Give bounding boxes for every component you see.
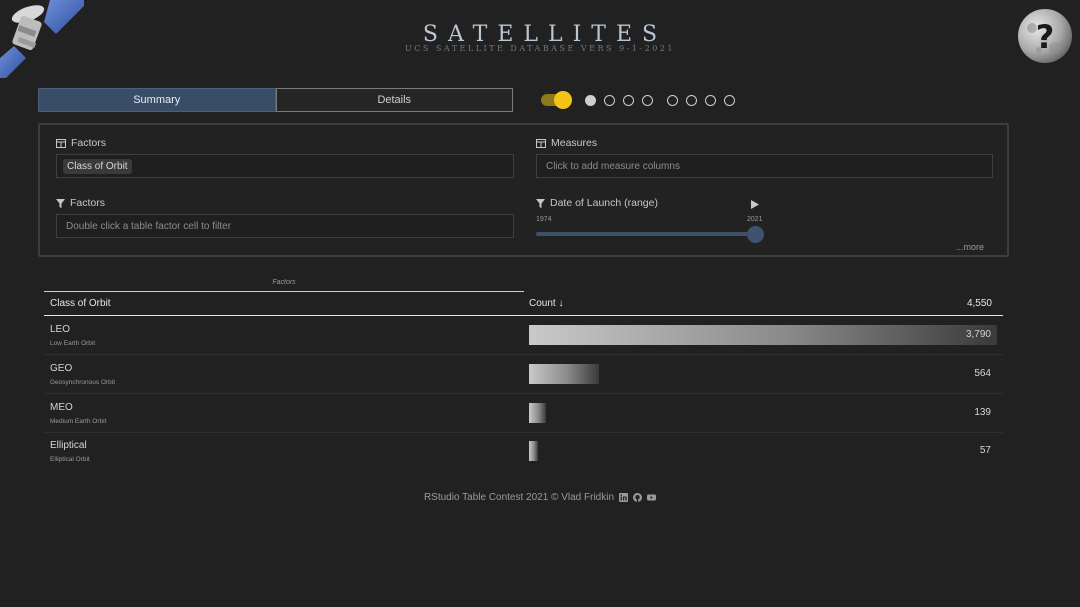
date-slider-handle[interactable] — [747, 226, 764, 243]
factors-field[interactable]: Class of Orbit — [56, 154, 514, 178]
count-total: 4,550 — [966, 298, 992, 309]
toggle-knob — [554, 91, 572, 109]
svg-text:?: ? — [1036, 18, 1055, 56]
footer: RStudio Table Contest 2021 © Vlad Fridki… — [0, 492, 1080, 503]
row-count-value: 57 — [979, 445, 991, 456]
factors-label: Factors — [71, 137, 107, 149]
footer-credit: RStudio Table Contest 2021 © Vlad Fridki… — [423, 492, 615, 503]
moon-question-icon[interactable]: ? — [1017, 8, 1073, 64]
factor-chip[interactable]: Class of Orbit — [63, 158, 132, 174]
tab-details[interactable]: Details — [275, 88, 513, 112]
filter-section-label: Factors — [56, 197, 105, 209]
tab-summary[interactable]: Summary — [38, 88, 276, 112]
more-link[interactable]: ...more — [956, 242, 984, 252]
range-min-label: 1974 — [536, 216, 552, 223]
measures-section-label: Measures — [536, 137, 597, 149]
app-page: SATELLITES UCS SATELLITE DATABASE VERS 9… — [0, 0, 1080, 607]
row-count-value: 139 — [974, 407, 991, 418]
date-slider-track[interactable] — [536, 232, 763, 236]
github-icon[interactable] — [633, 493, 643, 502]
row-factor-name[interactable]: LEO — [50, 324, 70, 335]
row-factor-desc: Geosynchronous Orbit — [50, 379, 116, 386]
page-dot[interactable] — [705, 95, 716, 106]
count-column-header[interactable]: Count ↓ — [529, 298, 563, 309]
factors-section-label: Factors — [56, 137, 106, 149]
page-dot[interactable] — [623, 95, 634, 106]
measures-placeholder: Click to add measure columns — [546, 160, 680, 172]
page-dot[interactable] — [724, 95, 735, 106]
row-factor-name[interactable]: GEO — [50, 363, 72, 374]
row-factor-name[interactable]: Elliptical — [50, 440, 87, 451]
row-factor-desc: Medium Earth Orbit — [50, 418, 107, 425]
filter-field[interactable]: Double click a table factor cell to filt… — [56, 214, 514, 238]
row-factor-desc: Low Earth Orbit — [50, 340, 96, 347]
table-icon — [536, 138, 546, 148]
youtube-icon[interactable] — [647, 493, 657, 502]
page-dot[interactable] — [585, 95, 596, 106]
row-count-bar — [529, 325, 997, 345]
table-row[interactable]: MEO Medium Earth Orbit 139 — [44, 394, 1003, 433]
filter-icon — [536, 198, 545, 208]
view-tabs: Summary Details — [38, 88, 513, 112]
table-row[interactable]: LEO Low Earth Orbit 3,790 — [44, 316, 1003, 355]
range-max-label: 2021 — [747, 216, 763, 223]
measures-label: Measures — [551, 137, 598, 149]
row-factor-desc: Elliptical Orbit — [50, 456, 90, 463]
factors-group-caption: Factors — [272, 279, 296, 286]
factor-column-header[interactable]: Class of Orbit — [50, 298, 111, 309]
settings-panel: Factors Class of Orbit Measures Click to… — [38, 123, 1009, 257]
table-icon — [56, 138, 66, 148]
table-row[interactable]: GEO Geosynchronous Orbit 564 — [44, 355, 1003, 394]
filter-label: Factors — [70, 197, 106, 209]
page-dot[interactable] — [667, 95, 678, 106]
app-subtitle: UCS SATELLITE DATABASE VERS 9-1-2021 — [405, 44, 675, 53]
row-count-value: 564 — [974, 368, 991, 379]
page-dot[interactable] — [604, 95, 615, 106]
row-factor-name[interactable]: MEO — [50, 402, 73, 413]
theme-toggle[interactable] — [541, 91, 572, 109]
filter-icon — [56, 198, 65, 208]
table-row[interactable]: Elliptical Elliptical Orbit 57 — [44, 432, 1003, 471]
row-count-value: 3,790 — [965, 329, 991, 340]
filter-placeholder: Double click a table factor cell to filt… — [66, 220, 232, 232]
date-range-label: Date of Launch (range) — [550, 197, 658, 209]
row-count-bar — [529, 364, 599, 384]
group-divider — [44, 291, 524, 292]
date-range-section-label: Date of Launch (range) — [536, 197, 658, 209]
play-icon[interactable] — [750, 199, 760, 210]
linkedin-icon[interactable] — [619, 493, 629, 502]
page-dot[interactable] — [686, 95, 697, 106]
row-count-bar — [529, 441, 538, 461]
measures-field[interactable]: Click to add measure columns — [536, 154, 993, 178]
row-count-bar — [529, 403, 546, 423]
page-dot[interactable] — [642, 95, 653, 106]
